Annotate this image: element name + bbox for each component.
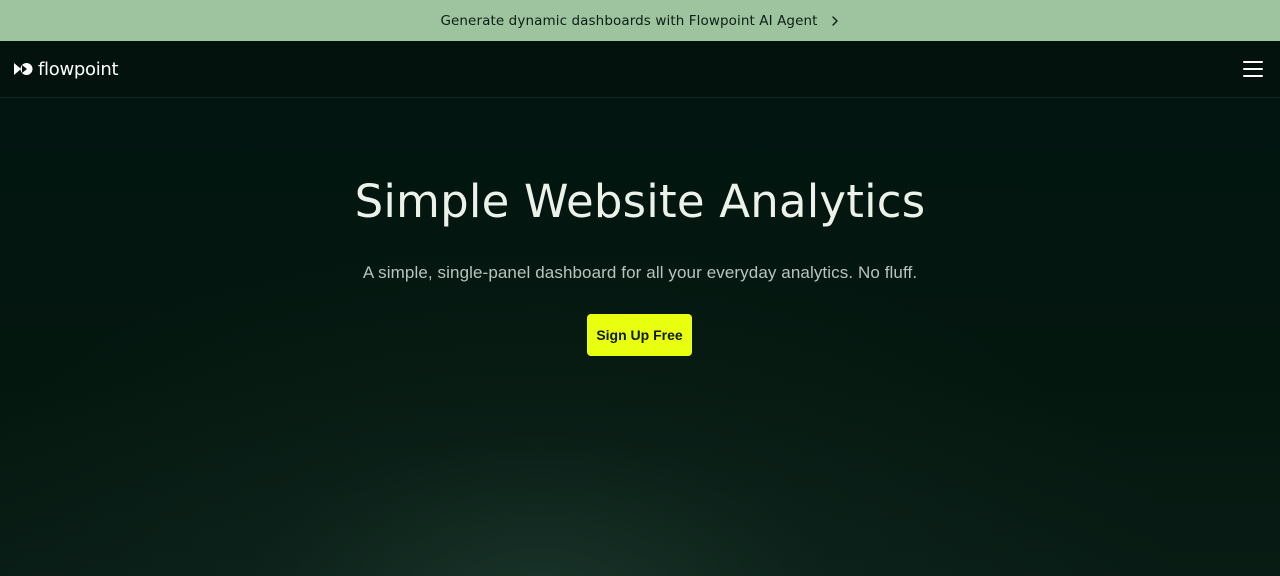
flowpoint-logo-icon [14,63,33,75]
chevron-right-icon[interactable] [830,15,840,26]
announcement-bar[interactable]: Generate dynamic dashboards with Flowpoi… [0,0,1280,41]
hero-section: Simple Website Analytics A simple, singl… [0,98,1280,576]
announcement-text[interactable]: Generate dynamic dashboards with Flowpoi… [440,13,817,29]
sign-up-free-button[interactable]: Sign Up Free [587,314,692,356]
navbar: flowpoint [0,41,1280,98]
page: Generate dynamic dashboards with Flowpoi… [0,0,1280,576]
logo-text: flowpoint [38,58,119,80]
hero-title: Simple Website Analytics [354,175,926,228]
hamburger-menu-icon[interactable] [1243,59,1263,79]
hero-subtitle: A simple, single-panel dashboard for all… [362,263,918,282]
menu-line [1243,75,1263,77]
menu-line [1243,61,1263,63]
logo-link[interactable]: flowpoint [14,57,119,81]
menu-line [1243,68,1263,70]
